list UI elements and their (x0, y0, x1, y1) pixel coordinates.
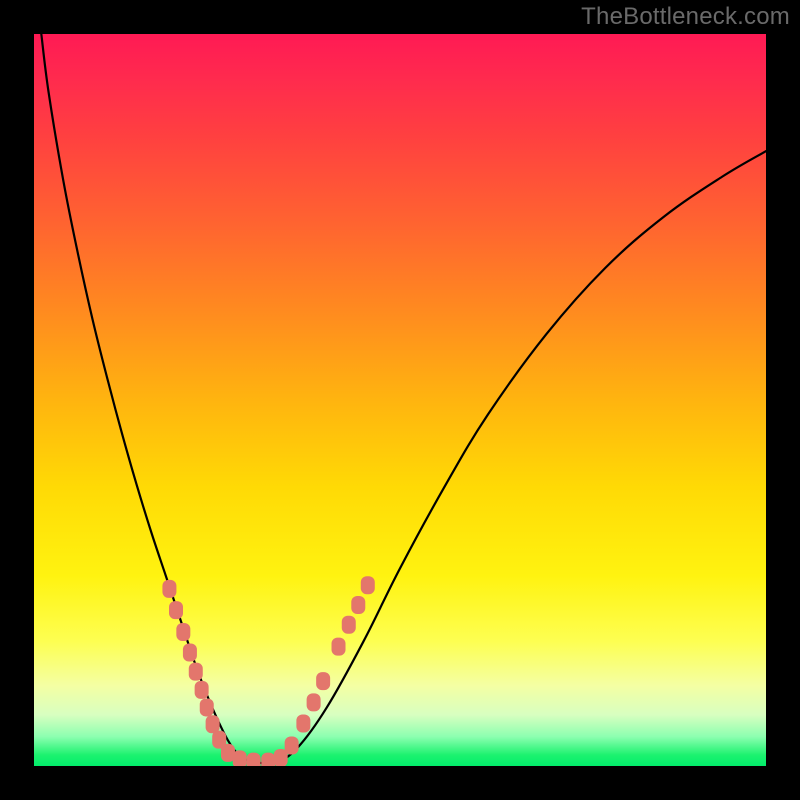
bead-marker (296, 715, 310, 733)
bead-marker (361, 576, 375, 594)
bead-marker (162, 580, 176, 598)
bead-marker (233, 750, 247, 766)
bead-marker (169, 601, 183, 619)
chart-frame: TheBottleneck.com (0, 0, 800, 800)
bottleneck-curve (41, 34, 766, 764)
bead-marker (247, 753, 261, 766)
bead-marker (342, 616, 356, 634)
bead-marker (189, 663, 203, 681)
bead-marker (316, 672, 330, 690)
bead-marker (206, 715, 220, 733)
chart-svg (34, 34, 766, 766)
bead-marker (176, 623, 190, 641)
bead-marker (332, 638, 346, 656)
highlight-beads-group (162, 576, 374, 766)
bead-marker (307, 693, 321, 711)
bead-marker (200, 698, 214, 716)
bead-marker (351, 596, 365, 614)
plot-area (34, 34, 766, 766)
bead-marker (183, 644, 197, 662)
bead-marker (261, 753, 275, 766)
watermark-text: TheBottleneck.com (581, 3, 790, 31)
bead-marker (195, 681, 209, 699)
bead-marker (285, 737, 299, 755)
